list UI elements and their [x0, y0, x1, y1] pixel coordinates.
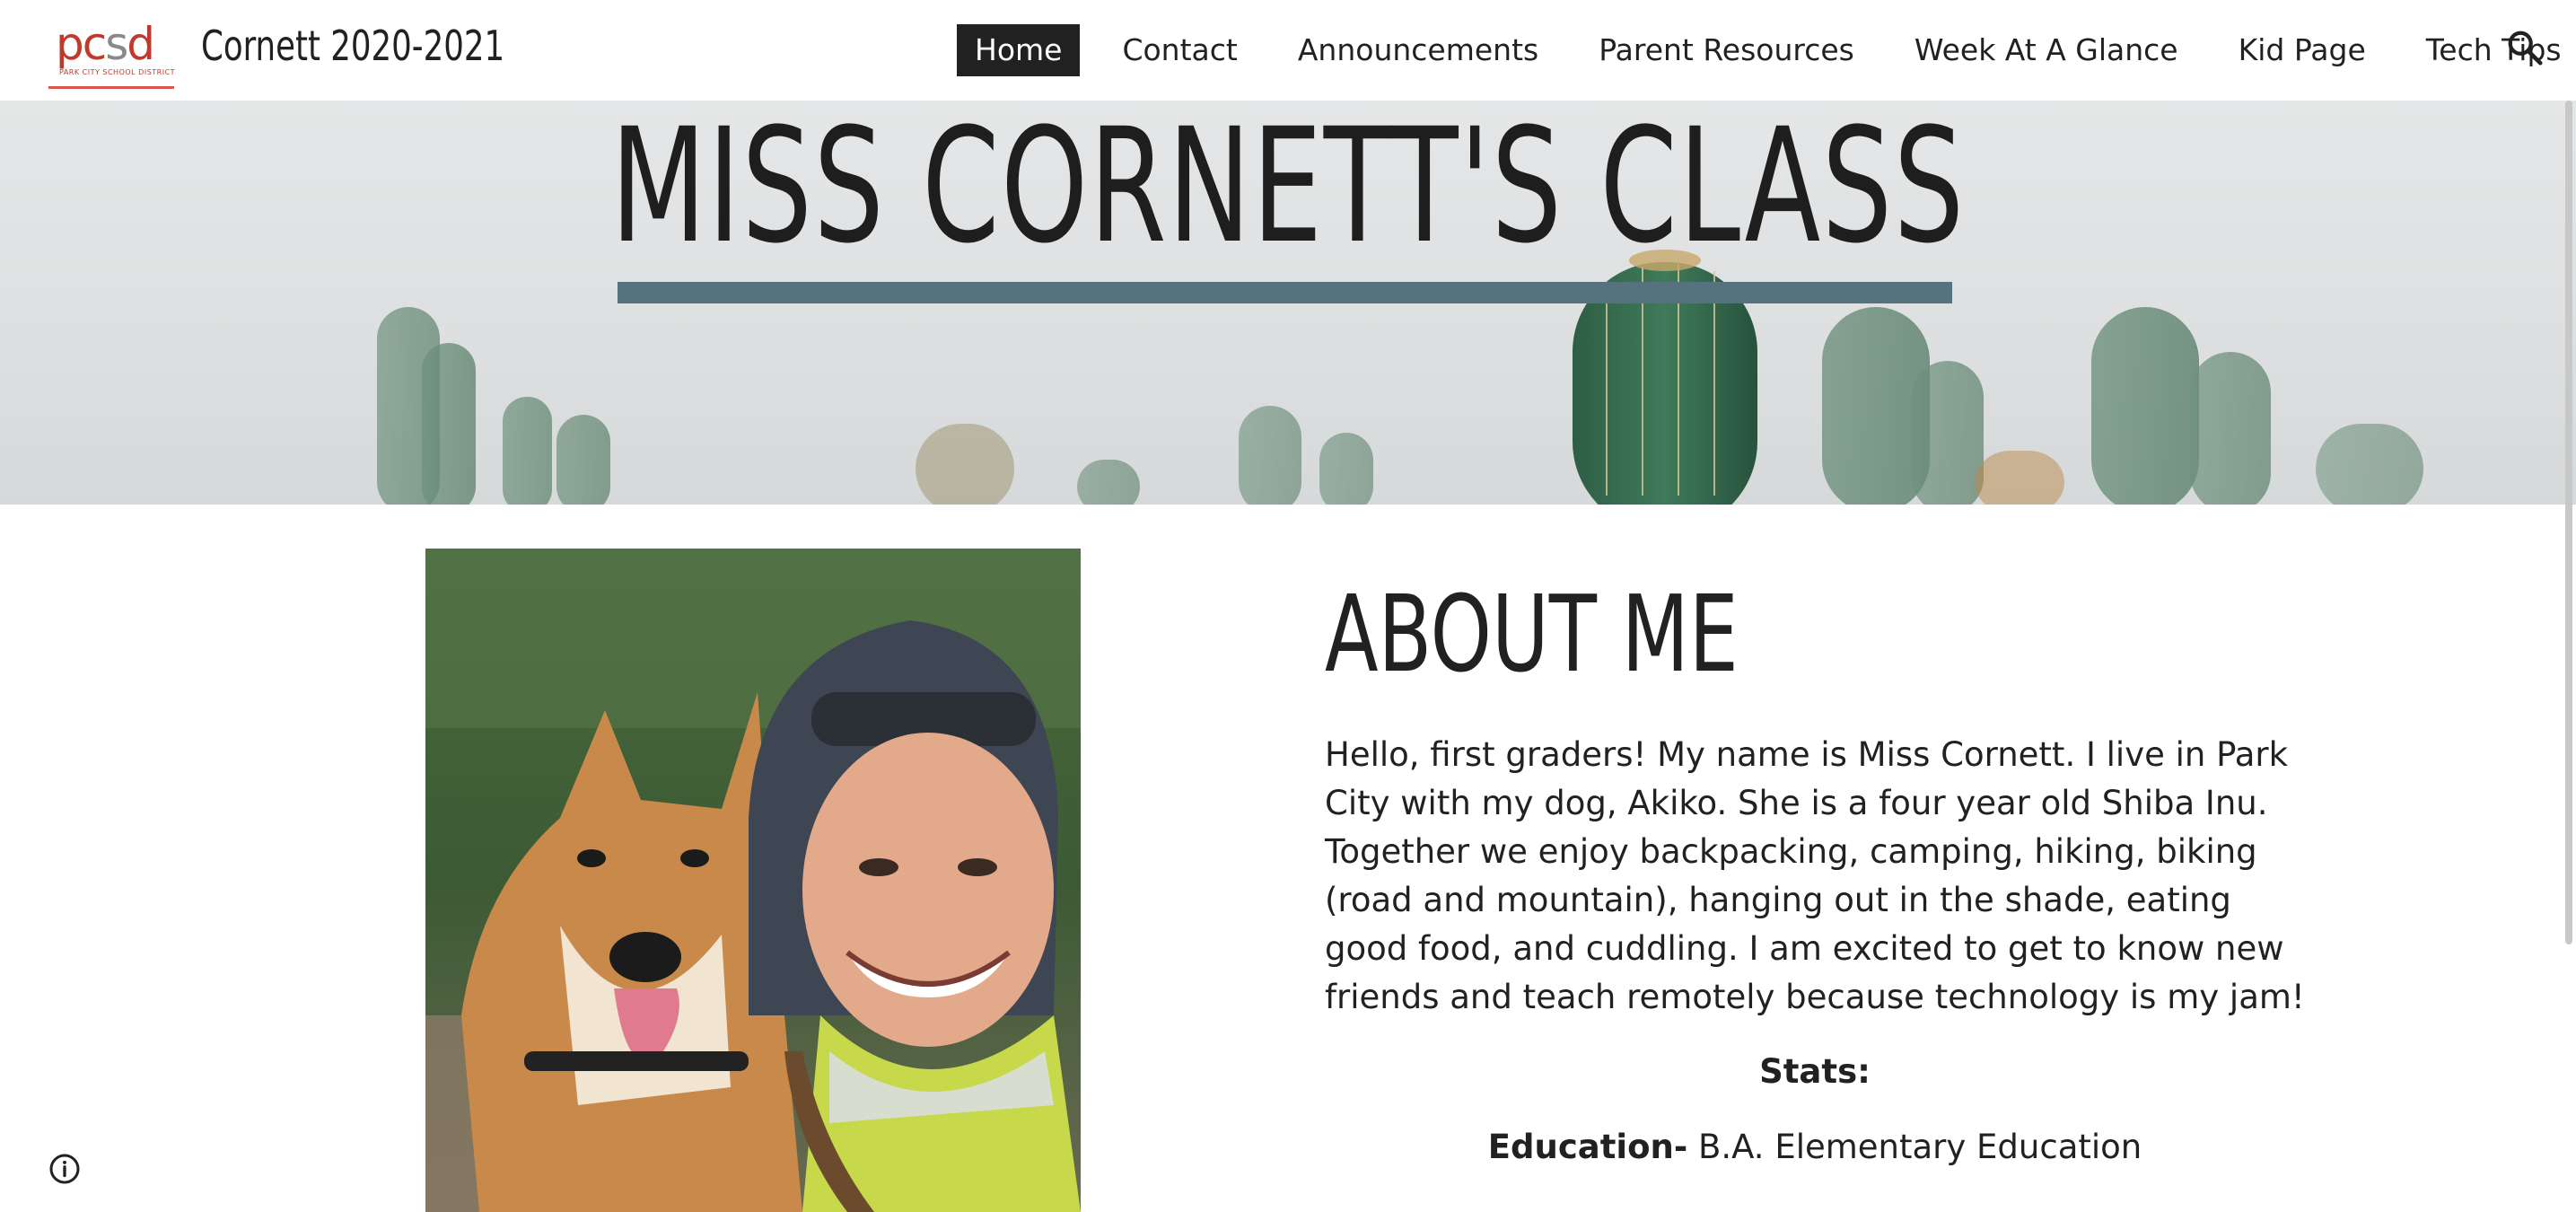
logo-mark: pcsd	[56, 18, 155, 70]
education-stat: Education- B.A. Elementary Education	[1325, 1128, 2305, 1166]
nav-item-tech-tips[interactable]: Tech Tips	[2408, 24, 2576, 76]
nav-item-week-at-a-glance[interactable]: Week At A Glance	[1897, 24, 2196, 76]
info-icon[interactable]	[48, 1153, 81, 1185]
nav-item-parent-resources[interactable]: Parent Resources	[1581, 24, 1872, 76]
about-me-heading: ABOUT ME	[1325, 572, 1739, 696]
education-value: B.A. Elementary Education	[1687, 1128, 2142, 1166]
hero-banner: MISS CORNETT'S CLASS	[0, 101, 2576, 505]
teacher-with-dog-photo	[425, 549, 1081, 1212]
school-district-logo[interactable]: pcsd PARK CITY SCHOOL DISTRICT	[48, 16, 176, 89]
site-header: pcsd PARK CITY SCHOOL DISTRICT Cornett 2…	[0, 0, 2576, 101]
education-label: Education-	[1487, 1128, 1688, 1166]
main-navigation: Home Contact Announcements Parent Resources…	[957, 23, 2576, 77]
site-title[interactable]: Cornett 2020-2021	[201, 22, 504, 70]
nav-item-contact[interactable]: Contact	[1104, 24, 1255, 76]
logo-subtitle: PARK CITY SCHOOL DISTRICT	[59, 68, 176, 76]
about-me-bio: Hello, first graders! My name is Miss Co…	[1325, 735, 2305, 1016]
nav-item-kid-page[interactable]: Kid Page	[2221, 24, 2384, 76]
stats-heading: Stats:	[1759, 1052, 1871, 1091]
title-underline-bar	[618, 282, 1952, 303]
search-icon[interactable]	[2504, 27, 2545, 68]
nav-item-home[interactable]: Home	[957, 24, 1081, 76]
hero-title: MISS CORNETT'S CLASS	[610, 101, 1966, 278]
nav-item-announcements[interactable]: Announcements	[1280, 24, 1556, 76]
page-scrollbar[interactable]	[2565, 101, 2572, 944]
